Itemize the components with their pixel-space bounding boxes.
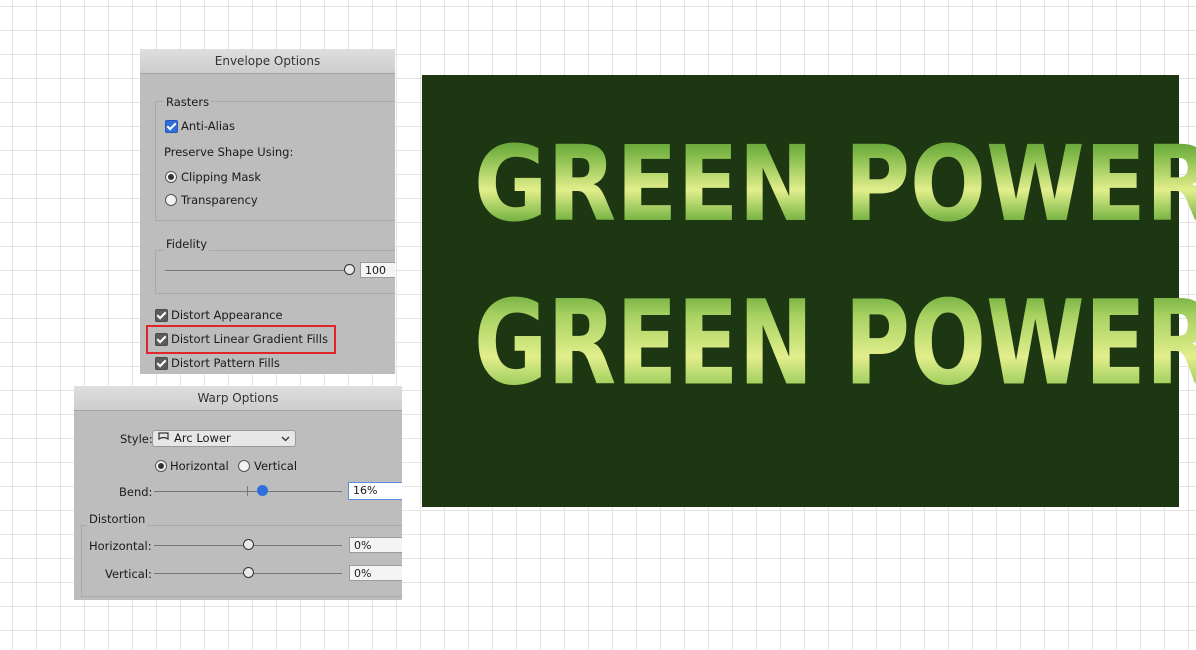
distortion-vertical-label: Vertical: (105, 567, 152, 581)
chevron-down-icon (281, 436, 290, 442)
style-dropdown[interactable]: Arc Lower (152, 430, 296, 447)
distort-appearance-checkbox[interactable] (155, 309, 168, 322)
distortion-group-label: Distortion (87, 512, 148, 526)
fidelity-value-field[interactable]: 100 (360, 262, 395, 278)
highlight-annotation (146, 325, 336, 354)
style-dropdown-value: Arc Lower (174, 431, 231, 445)
distortion-horizontal-knob[interactable] (243, 539, 254, 550)
artwork-canvas: GREEN POWER GREEN POWER (422, 75, 1196, 507)
preserve-shape-label: Preserve Shape Using: (164, 145, 294, 159)
style-label: Style: (120, 432, 153, 446)
bend-slider-knob[interactable] (257, 485, 268, 496)
distortion-vertical-knob[interactable] (243, 567, 254, 578)
bend-slider-track[interactable] (154, 491, 342, 492)
warp-options-panel: Warp Options Style: Arc Lower Horizontal… (74, 386, 402, 600)
vertical-radio[interactable] (238, 460, 250, 472)
anti-alias-label: Anti-Alias (181, 119, 236, 133)
bend-value-field[interactable]: 16% (348, 482, 402, 500)
distort-pattern-label: Distort Pattern Fills (171, 356, 280, 370)
green-power-text-bottom: GREEN POWER (474, 275, 1196, 412)
distortion-horizontal-field[interactable]: 0% (349, 537, 402, 553)
rasters-group-label: Rasters (164, 95, 212, 109)
transparency-label: Transparency (181, 193, 258, 207)
horizontal-radio-label: Horizontal (170, 459, 229, 473)
distortion-group (81, 525, 402, 597)
fidelity-slider-track[interactable] (165, 270, 347, 271)
horizontal-radio[interactable] (155, 460, 167, 472)
envelope-options-title: Envelope Options (140, 49, 395, 74)
fidelity-slider-knob[interactable] (344, 264, 355, 275)
distortion-vertical-field[interactable]: 0% (349, 565, 402, 581)
fidelity-group (155, 250, 395, 294)
bend-label: Bend: (119, 485, 153, 499)
distortion-horizontal-label: Horizontal: (89, 539, 152, 553)
vertical-radio-label: Vertical (254, 459, 298, 473)
warp-options-title: Warp Options (74, 386, 402, 411)
shield-arc-icon (158, 432, 169, 441)
fidelity-group-label: Fidelity (164, 237, 210, 251)
clipping-mask-label: Clipping Mask (181, 170, 262, 184)
bend-slider-center-tick (247, 486, 248, 496)
distort-pattern-checkbox[interactable] (155, 357, 168, 370)
clipping-mask-radio[interactable] (165, 171, 177, 183)
distort-appearance-label: Distort Appearance (171, 308, 283, 322)
green-power-text-top: GREEN POWER (474, 123, 1196, 245)
anti-alias-checkbox[interactable] (165, 120, 178, 133)
transparency-radio[interactable] (165, 194, 177, 206)
